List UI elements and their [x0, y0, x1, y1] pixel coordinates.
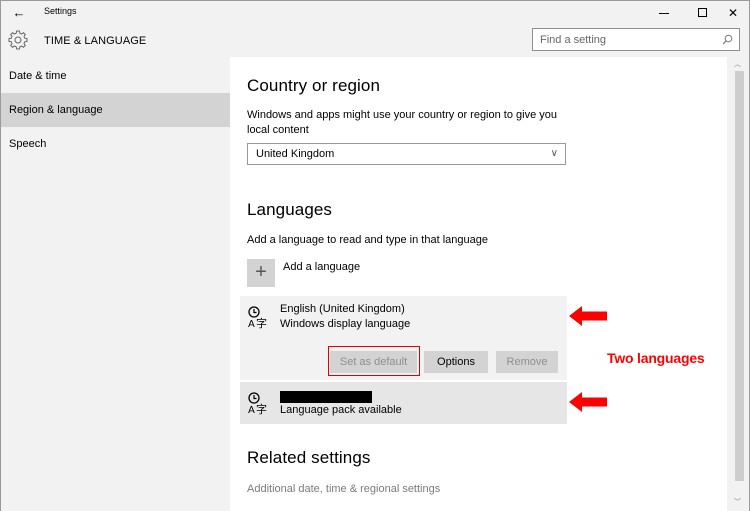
back-button[interactable]: ← — [7, 3, 31, 23]
svg-text:字: 字 — [256, 402, 267, 415]
back-arrow-icon: ← — [12, 5, 26, 20]
language-item-second[interactable]: A 字 Language pack available — [240, 382, 567, 424]
language-icon: A 字 — [248, 392, 267, 415]
settings-window: ← Settings ✕ TIME & LANGUAGE Find a sett… — [0, 0, 750, 511]
svg-text:A: A — [248, 405, 255, 415]
add-language-button[interactable]: + — [247, 259, 275, 287]
sidebar: Date & time Region & language Speech — [1, 57, 230, 511]
annotation-arrow-icon — [569, 392, 607, 412]
chevron-down-icon: ∨ — [550, 148, 558, 159]
maximize-icon — [697, 8, 707, 18]
add-language-label[interactable]: Add a language — [283, 261, 360, 273]
sidebar-item-date-time[interactable]: Date & time — [1, 59, 230, 93]
languages-heading: Languages — [247, 200, 333, 219]
country-dropdown[interactable]: United Kingdom ∨ — [247, 143, 566, 165]
plus-icon: + — [255, 261, 267, 283]
additional-settings-link[interactable]: Additional date, time & regional setting… — [247, 483, 440, 495]
sidebar-item-speech[interactable]: Speech — [1, 127, 230, 161]
languages-description: Add a language to read and type in that … — [247, 234, 488, 246]
sidebar-item-region-language[interactable]: Region & language — [1, 93, 230, 127]
scroll-down-icon[interactable]: ﹀ — [734, 497, 741, 507]
search-icon[interactable] — [722, 34, 733, 45]
options-button[interactable]: Options — [424, 351, 488, 373]
country-heading: Country or region — [247, 76, 381, 95]
search-input[interactable] — [533, 29, 713, 50]
gear-icon — [8, 30, 28, 50]
main-content: Country or region Windows and apps might… — [230, 57, 727, 511]
svg-text:A: A — [248, 319, 255, 329]
close-button[interactable]: ✕ — [716, 1, 750, 25]
minimize-button[interactable] — [647, 1, 681, 25]
annotation-label: Two languages — [607, 350, 705, 366]
svg-text:字: 字 — [256, 316, 267, 329]
annotation-arrow-icon — [569, 306, 607, 326]
scroll-up-icon[interactable]: ︿ — [734, 59, 741, 69]
language-icon: A 字 — [248, 306, 267, 329]
maximize-button[interactable] — [685, 1, 719, 25]
title-bar: ← Settings ✕ — [1, 1, 749, 25]
country-description-line1: Windows and apps might use your country … — [247, 109, 557, 121]
language-status: Language pack available — [280, 404, 402, 416]
app-title: Settings — [44, 6, 77, 16]
remove-button[interactable]: Remove — [496, 351, 558, 373]
scroll-thumb[interactable] — [735, 71, 744, 481]
minimize-icon — [659, 13, 669, 15]
section-title: TIME & LANGUAGE — [44, 35, 147, 47]
country-description-line2: local content — [247, 124, 309, 136]
vertical-scrollbar[interactable]: ︿ ﹀ — [727, 57, 749, 511]
country-dropdown-value: United Kingdom — [256, 148, 335, 160]
redacted-language-name — [280, 391, 372, 403]
annotation-highlight-box — [328, 346, 420, 376]
search-box[interactable] — [532, 28, 740, 51]
page-header: TIME & LANGUAGE — [1, 25, 749, 57]
close-icon: ✕ — [727, 6, 739, 20]
related-settings-heading: Related settings — [247, 448, 371, 467]
language-status: Windows display language — [280, 318, 411, 330]
language-name: English (United Kingdom) — [280, 303, 405, 315]
